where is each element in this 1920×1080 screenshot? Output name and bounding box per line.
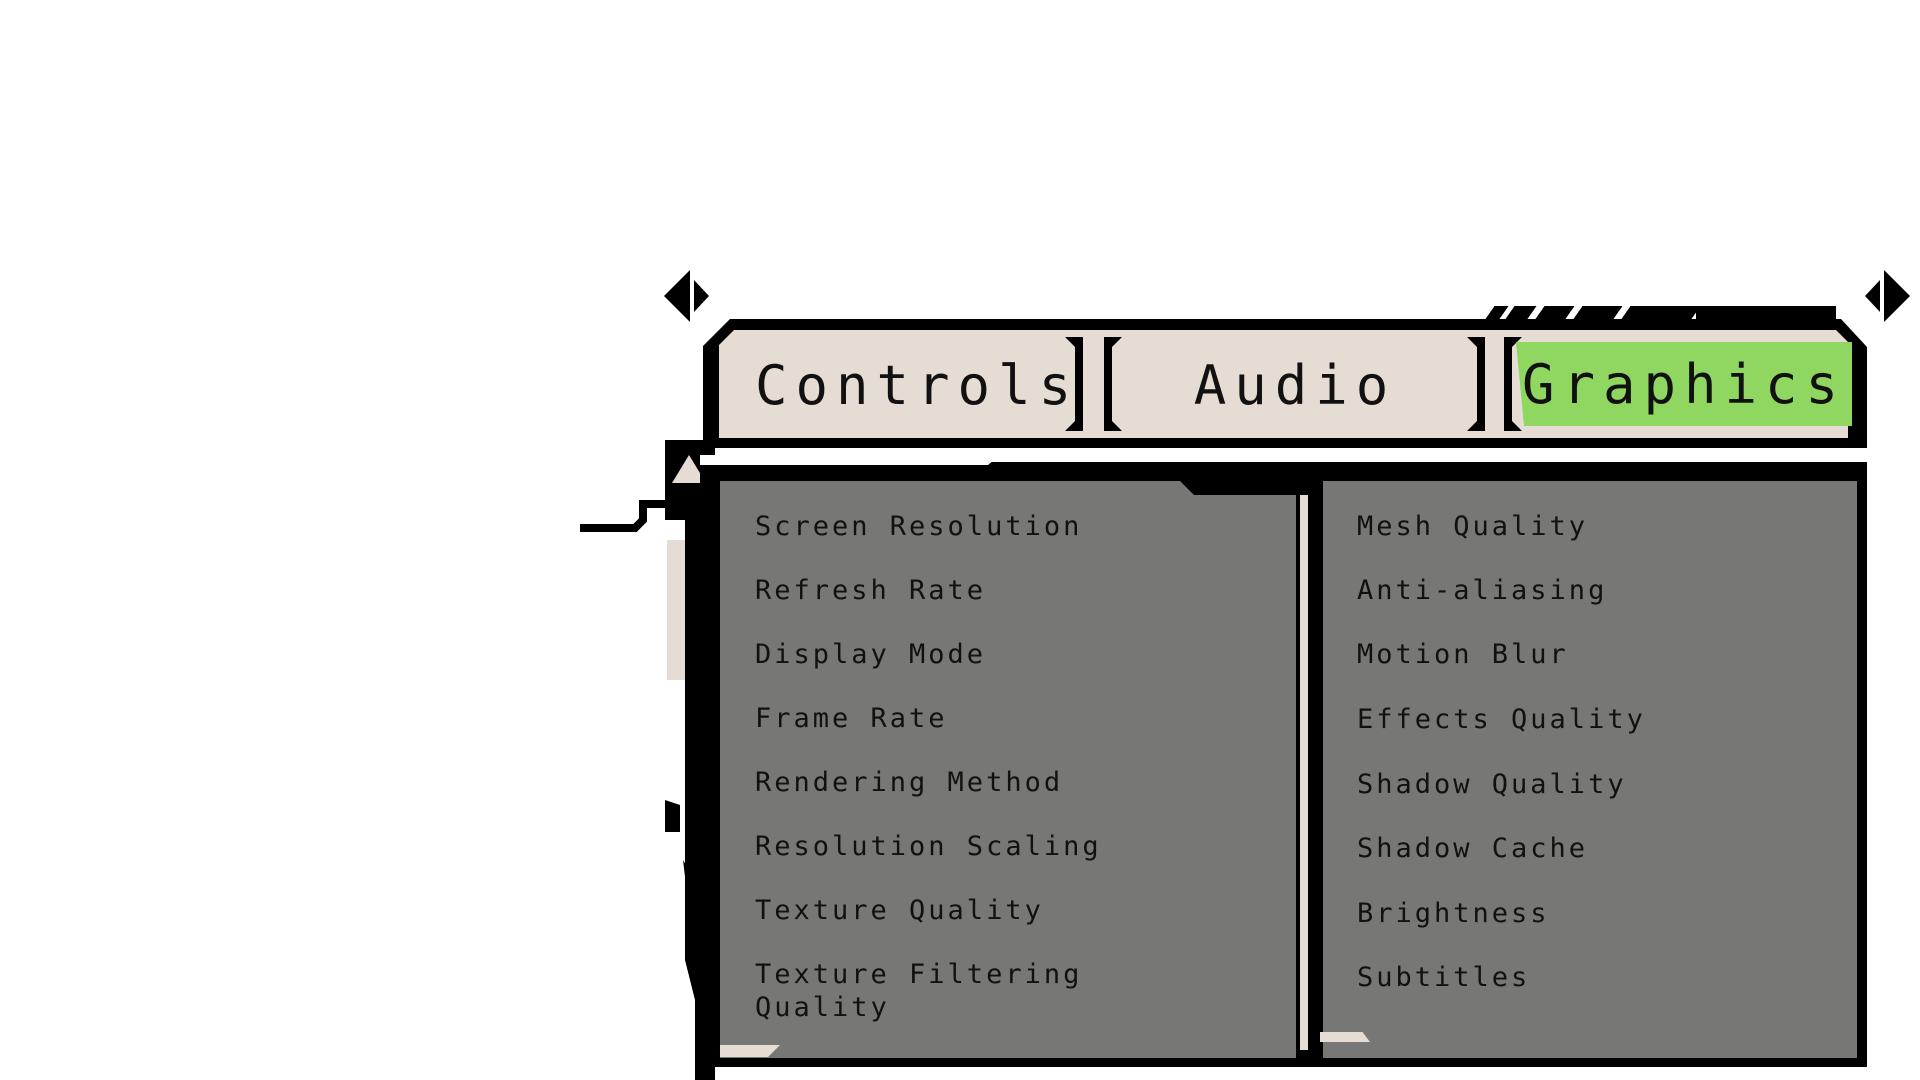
corner-accent xyxy=(1320,1032,1370,1042)
setting-shadow-cache[interactable]: Shadow Cache xyxy=(1357,832,1588,865)
setting-display-mode[interactable]: Display Mode xyxy=(755,638,986,671)
setting-mesh-quality[interactable]: Mesh Quality xyxy=(1357,510,1588,543)
setting-frame-rate[interactable]: Frame Rate xyxy=(755,702,948,735)
frame-notch xyxy=(700,455,1000,465)
panel-divider xyxy=(1300,495,1308,1050)
tab-controls[interactable]: Controls xyxy=(735,342,1085,428)
setting-effects-quality[interactable]: Effects Quality xyxy=(1357,703,1646,736)
setting-brightness[interactable]: Brightness xyxy=(1357,897,1550,930)
next-tab-arrow-icon[interactable] xyxy=(1864,266,1912,326)
setting-refresh-rate[interactable]: Refresh Rate xyxy=(755,574,986,607)
setting-shadow-quality[interactable]: Shadow Quality xyxy=(1357,768,1627,801)
decor-bar xyxy=(1696,306,1836,319)
decor-stripe xyxy=(1535,306,1575,319)
decor-stripe xyxy=(1485,306,1509,319)
setting-anti-aliasing[interactable]: Anti-aliasing xyxy=(1357,574,1607,607)
side-decoration xyxy=(580,440,715,1080)
setting-texture-filtering-quality[interactable]: Texture Filtering Quality xyxy=(755,958,1082,1024)
tab-separator xyxy=(1065,337,1087,431)
decor-stripe xyxy=(1621,306,1701,319)
setting-screen-resolution[interactable]: Screen Resolution xyxy=(755,510,1082,543)
setting-rendering-method[interactable]: Rendering Method xyxy=(755,766,1063,799)
setting-motion-blur[interactable]: Motion Blur xyxy=(1357,638,1569,671)
tab-graphics[interactable]: Graphics xyxy=(1516,342,1852,426)
tab-audio[interactable]: Audio xyxy=(1125,342,1465,428)
setting-resolution-scaling[interactable]: Resolution Scaling xyxy=(755,830,1102,863)
decor-stripe xyxy=(1573,306,1623,319)
setting-texture-quality[interactable]: Texture Quality xyxy=(755,894,1044,927)
setting-subtitles[interactable]: Subtitles xyxy=(1357,961,1530,994)
previous-tab-arrow-icon[interactable] xyxy=(662,266,710,326)
tab-separator xyxy=(1467,337,1489,431)
decor-stripe xyxy=(1505,306,1537,319)
tab-separator xyxy=(1100,337,1122,431)
